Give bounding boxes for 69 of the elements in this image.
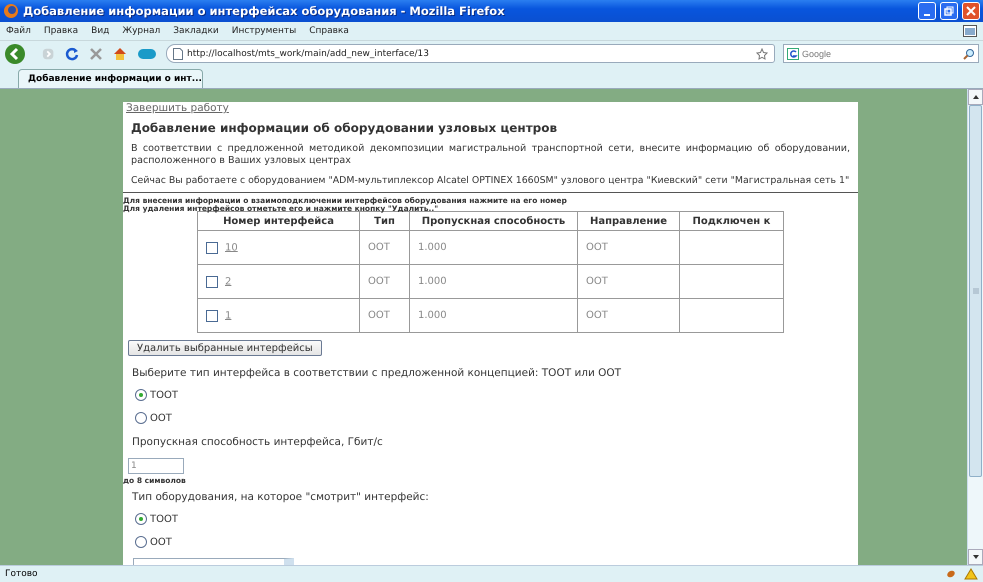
radio-option[interactable]: OOT <box>135 411 172 425</box>
search-field[interactable]: Google <box>783 44 979 63</box>
table-cell: 1.000 <box>410 298 578 332</box>
menu-item[interactable]: Правка <box>44 26 78 36</box>
browser-tab[interactable]: Добавление информации о инт... <box>18 69 203 88</box>
close-button[interactable] <box>962 2 980 20</box>
radio-option[interactable]: TOOT <box>135 388 178 402</box>
table-cell: OOT <box>360 298 410 332</box>
window-title: Добавление информации о интерфейсах оборудования - Mozilla Firefox <box>23 4 506 18</box>
table-cell: 1.000 <box>410 264 578 298</box>
stop-icon <box>88 46 104 62</box>
browser-logo-icon <box>3 3 19 19</box>
scroll-thumb[interactable] <box>969 105 982 477</box>
table-cell: 1.000 <box>410 230 578 264</box>
scrollbar[interactable] <box>967 89 983 565</box>
field-label: Тип оборудования, на которое "смотрит" интерфейс: <box>132 491 430 503</box>
table-cell: OOT <box>578 264 680 298</box>
column-header: Пропускная способность <box>410 212 578 230</box>
delete-selected-button[interactable]: Удалить выбранные интерфейсы <box>128 340 322 356</box>
home-icon <box>112 46 128 62</box>
reload-icon <box>64 46 80 62</box>
field-label: Пропускная способность интерфейса, Гбит/с <box>132 436 384 448</box>
search-icon <box>963 48 975 60</box>
scroll-up-button[interactable] <box>968 89 983 105</box>
restore-icon <box>944 6 954 16</box>
table-cell: OOT <box>578 230 680 264</box>
current-equipment-text: Сейчас Вы работаете с оборудованием "ADM-мультиплексор Alcatel OPTINEX 1660SM" узлового центра "Киевский" сети "Магистральная сеть 1" <box>131 175 850 187</box>
interface-number-link[interactable]: 10 <box>225 242 238 253</box>
forward-icon <box>42 46 56 60</box>
address-bar[interactable]: http://localhost/mts_work/main/add_new_interface/13 <box>166 44 775 63</box>
menu-item[interactable]: Файл <box>6 26 31 36</box>
grip-icon <box>972 288 978 294</box>
interface-number-link[interactable]: 1 <box>225 310 232 321</box>
radio-option[interactable]: OOT <box>135 535 172 549</box>
menu-item[interactable]: Инструменты <box>232 26 296 36</box>
minimize-icon <box>924 14 930 16</box>
column-header: Подключен к <box>680 212 784 230</box>
column-header: Тип <box>360 212 410 230</box>
close-icon <box>966 6 976 16</box>
status-text: Готово <box>5 569 39 579</box>
star-icon <box>756 48 768 60</box>
page-icon <box>173 48 183 60</box>
up-arrow-icon <box>972 95 978 99</box>
column-header: Направление <box>578 212 680 230</box>
column-header: Номер интерфейса <box>198 212 360 230</box>
down-arrow-icon <box>972 555 978 559</box>
checkbox[interactable] <box>206 276 218 288</box>
menu-item[interactable]: Закладки <box>173 26 219 36</box>
menu-item[interactable]: Вид <box>91 26 110 36</box>
warning-icon <box>964 568 978 580</box>
toolbar-icon <box>963 25 977 37</box>
checkbox[interactable] <box>206 310 218 322</box>
checkbox[interactable] <box>206 242 218 254</box>
scroll-down-button[interactable] <box>968 549 983 565</box>
logout-link[interactable]: Завершить работу <box>126 102 229 114</box>
interface-number-link[interactable]: 2 <box>225 276 232 287</box>
page-heading: Добавление информации об оборудовании узловых центров <box>131 121 558 135</box>
table-cell: OOT <box>360 230 410 264</box>
table-cell: OOT <box>360 264 410 298</box>
minimize-button[interactable] <box>918 2 936 20</box>
search-engine-icon <box>787 48 799 60</box>
intro-text: В соответствии с предложенной методикой декомпозиции магистральной транспортной сети, внесите информацию об оборудовании, расположенного в Ваших узловых центрах <box>131 143 850 167</box>
radio-option[interactable]: TOOT <box>135 512 178 526</box>
table-cell: OOT <box>578 298 680 332</box>
restore-button[interactable] <box>940 2 958 20</box>
input-field[interactable]: 1 <box>128 458 184 474</box>
menu-item[interactable]: Справка <box>309 26 349 36</box>
menu-item[interactable]: Журнал <box>122 26 160 36</box>
field-label: Выберите тип интерфейса в соответствии с предложенной концепцией: TOOT или OOT <box>132 367 622 379</box>
